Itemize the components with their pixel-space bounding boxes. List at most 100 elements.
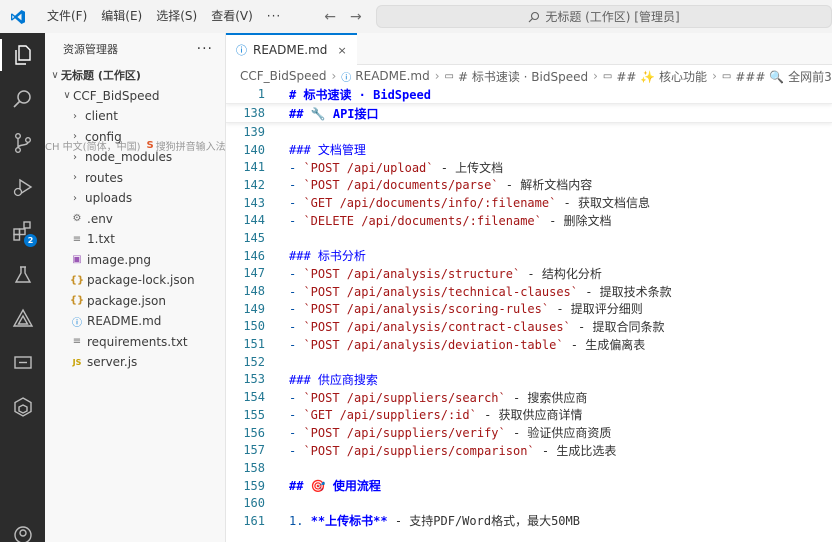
code-line[interactable]: 139 [226, 123, 832, 141]
breadcrumb-h2[interactable]: ## ✨ 核心功能 [616, 68, 707, 85]
project-folder-row[interactable]: ∨ CCF_BidSpeed [45, 86, 225, 107]
nav-arrows: ← → [324, 9, 361, 25]
file-item[interactable]: {} package-lock.json [45, 270, 225, 291]
line-text: - `POST /api/analysis/contract-clauses` … [289, 319, 665, 334]
workspace-row[interactable]: ∨ 无标题 (工作区) [45, 65, 225, 86]
forward-arrow-icon[interactable]: → [350, 9, 362, 25]
code-line[interactable]: 150 - `POST /api/analysis/contract-clause… [226, 318, 832, 336]
text-file-icon: ≡ [72, 336, 82, 348]
line-text: - `POST /api/suppliers/search` - 搜索供应商 [289, 390, 588, 405]
command-center-search[interactable]: 无标题 (工作区) [管理员] [376, 5, 832, 28]
info-icon: ⓘ [72, 317, 82, 329]
cube-extension-button[interactable] [0, 385, 45, 429]
tree-item-label: config [85, 129, 122, 144]
file-item[interactable]: JS server.js [45, 352, 225, 373]
folder-item[interactable]: › config [45, 127, 225, 148]
code-line[interactable]: 143 - `GET /api/documents/info/:filename`… [226, 194, 832, 212]
code-line[interactable]: 158 [226, 459, 832, 477]
file-item[interactable]: ⚙ .env [45, 209, 225, 230]
code-editor[interactable]: 1 # 标书速读 · BidSpeed 138 ## 🔧 API接口 139 140 ###… [226, 85, 832, 542]
code-line[interactable]: 157 - `POST /api/suppliers/comparison` - … [226, 441, 832, 459]
code-line[interactable]: 153 ### 供应商搜索 [226, 371, 832, 389]
file-item[interactable]: {} package.json [45, 291, 225, 312]
breadcrumb-project[interactable]: CCF_BidSpeed [240, 69, 326, 83]
code-line[interactable]: 159 ## 🎯 使用流程 [226, 477, 832, 495]
search-icon [12, 90, 31, 108]
breadcrumb-h1[interactable]: # 标书速读 · BidSpeed [458, 68, 588, 85]
folder-item[interactable]: › uploads [45, 188, 225, 209]
code-line[interactable]: 146 ### 标书分析 [226, 247, 832, 265]
info-icon: ⓘ [341, 72, 352, 84]
code-line[interactable]: 140 ### 文档管理 [226, 141, 832, 159]
source-control-icon [14, 133, 31, 153]
symbol-heading-icon: ▭ [602, 70, 613, 82]
code-line[interactable]: 154 - `POST /api/suppliers/search` - 搜索供应… [226, 388, 832, 406]
folder-item[interactable]: › routes [45, 168, 225, 189]
line-number: 141 [243, 160, 265, 175]
code-line[interactable]: 151 - `POST /api/analysis/deviation-table… [226, 335, 832, 353]
deploy-button[interactable] [0, 297, 45, 341]
code-line[interactable]: 160 [226, 494, 832, 512]
files-icon [14, 45, 31, 65]
breadcrumb: CCF_BidSpeed › ⓘ README.md › ▭ # 标书速读 · … [226, 65, 832, 87]
explorer-more-button[interactable]: ··· [197, 41, 213, 57]
testing-button[interactable] [0, 253, 45, 297]
info-icon: ⓘ [236, 44, 247, 57]
file-item[interactable]: ⓘ README.md [45, 311, 225, 332]
extensions-button[interactable]: 2 [0, 209, 45, 253]
breadcrumb-file[interactable]: README.md [355, 69, 429, 83]
back-arrow-icon[interactable]: ← [324, 9, 336, 25]
account-icon [13, 526, 32, 542]
code-line[interactable]: 145 [226, 229, 832, 247]
search-button[interactable] [0, 77, 45, 121]
breadcrumb-separator-icon: › [434, 69, 440, 83]
tree-item-label: image.png [87, 252, 152, 267]
tree-item-label: README.md [87, 314, 162, 329]
code-line[interactable]: 155 - `GET /api/suppliers/:id` - 获取供应商详情 [226, 406, 832, 424]
breadcrumb-separator-icon: › [331, 69, 337, 83]
menu-bar: 文件(F) 编辑(E) 选择(S) 查看(V) ··· [40, 0, 288, 33]
line-text: ### 标书分析 [289, 249, 366, 264]
folder-item[interactable]: › node_modules [45, 147, 225, 168]
source-control-button[interactable] [0, 121, 45, 165]
folder-item[interactable]: › client [45, 106, 225, 127]
chevron-right-icon: › [73, 151, 77, 163]
menu-view[interactable]: 查看(V) [204, 0, 260, 33]
run-debug-button[interactable] [0, 165, 45, 209]
line-text: ### 供应商搜索 [289, 372, 378, 387]
explorer-button[interactable] [0, 33, 45, 77]
menu-file[interactable]: 文件(F) [40, 0, 94, 33]
code-line[interactable]: 141 - `POST /api/upload` - 上传文档 [226, 158, 832, 176]
code-line[interactable]: 152 [226, 353, 832, 371]
line-text: - `POST /api/analysis/technical-clauses`… [289, 284, 672, 299]
file-item[interactable]: ≡ 1.txt [45, 229, 225, 250]
accounts-button[interactable] [0, 513, 45, 542]
code-line[interactable]: 142 - `POST /api/documents/parse` - 解析文档内… [226, 176, 832, 194]
breadcrumb-separator-icon: › [593, 69, 598, 83]
line-number: 153 [243, 372, 265, 387]
breadcrumb-h3[interactable]: ### 🔍 全网前3供应 [735, 68, 832, 85]
remote-monitor-icon [13, 356, 32, 369]
sticky-scroll-line[interactable]: 1 # 标书速读 · BidSpeed [226, 85, 832, 104]
code-line[interactable]: 156 - `POST /api/suppliers/verify` - 验证供应… [226, 424, 832, 442]
code-line[interactable]: 148 - `POST /api/analysis/technical-claus… [226, 282, 832, 300]
line-text: - `DELETE /api/documents/:filename` - 删除… [289, 213, 612, 228]
code-line[interactable]: 147 - `POST /api/analysis/structure` - 结构… [226, 265, 832, 283]
line-number: 155 [243, 407, 265, 422]
menu-selection[interactable]: 选择(S) [149, 0, 204, 33]
code-line[interactable]: 161 1. **上传标书** - 支持PDF/Word格式，最大50MB [226, 512, 832, 530]
menu-edit[interactable]: 编辑(E) [94, 0, 149, 33]
file-item[interactable]: ▣ image.png [45, 250, 225, 271]
tab-readme[interactable]: ⓘ README.md × [226, 33, 357, 65]
code-line[interactable]: 149 - `POST /api/analysis/scoring-rules` … [226, 300, 832, 318]
chevron-down-icon: ∨ [63, 90, 71, 102]
sticky-scroll-line[interactable]: 138 ## 🔧 API接口 [226, 104, 832, 123]
code-line[interactable]: 144 - `DELETE /api/documents/:filename` -… [226, 211, 832, 229]
file-item[interactable]: ≡ requirements.txt [45, 332, 225, 353]
explorer-title: 资源管理器 [63, 43, 118, 56]
tree-item-label: node_modules [85, 150, 173, 165]
project-folder-label: CCF_BidSpeed [73, 88, 160, 103]
close-icon[interactable]: × [337, 44, 346, 57]
menu-more[interactable]: ··· [260, 0, 288, 33]
remote-explorer-button[interactable] [0, 341, 45, 385]
